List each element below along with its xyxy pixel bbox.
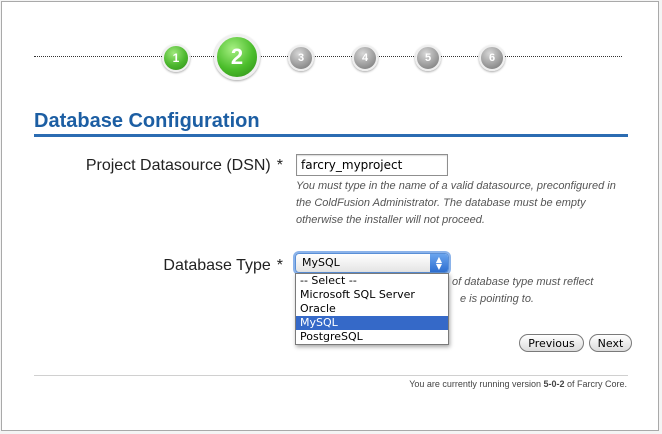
db-type-label: Database Type: [163, 257, 271, 274]
step-1-label: 1: [172, 51, 180, 65]
step-2-label: 2: [230, 44, 244, 69]
step-4-indicator: 4: [352, 45, 378, 71]
version-footer: You are currently running version 5-0-2 …: [409, 379, 627, 389]
db-type-select[interactable]: MySQL ▲ ▼: [295, 253, 449, 273]
dsn-required-mark: *: [276, 157, 283, 174]
step-3-indicator: 3: [288, 45, 314, 71]
installer-window: 1 2 3 4 5 6 Database Configuration Proje…: [1, 1, 659, 431]
dsn-label: Project Datasource (DSN): [85, 157, 271, 174]
db-type-hint-line-2: e is pointing to.: [460, 293, 534, 305]
step-5-indicator: 5: [415, 45, 441, 71]
dropdown-option-postgresql[interactable]: PostgreSQL: [296, 330, 448, 344]
dsn-label-group: Project Datasource (DSN) *: [86, 157, 283, 175]
dropdown-option-mysql[interactable]: MySQL: [296, 316, 448, 330]
step-1-indicator: 1: [162, 44, 190, 72]
next-button[interactable]: Next: [589, 334, 632, 352]
step-6-indicator: 6: [479, 45, 505, 71]
dsn-input[interactable]: farcry_myproject: [296, 154, 448, 176]
footer-suffix: of Farcry Core.: [564, 379, 627, 389]
step-5-label: 5: [424, 52, 432, 64]
db-type-label-group: Database Type *: [163, 257, 283, 275]
step-2-indicator: 2: [214, 34, 260, 80]
step-4-label: 4: [361, 52, 369, 64]
step-6-label: 6: [488, 52, 496, 64]
steps-connector: [34, 56, 622, 57]
dropdown-option-mssql[interactable]: Microsoft SQL Server: [296, 288, 448, 302]
previous-button[interactable]: Previous: [519, 334, 584, 352]
step-3-label: 3: [297, 52, 305, 64]
dsn-hint: You must type in the name of a valid dat…: [296, 180, 616, 226]
footer-prefix: You are currently running version: [409, 379, 544, 389]
db-type-required-mark: *: [276, 257, 283, 274]
page-title: Database Configuration: [34, 110, 260, 132]
dropdown-option-select[interactable]: -- Select --: [296, 274, 448, 288]
db-type-selected-value: MySQL: [302, 256, 340, 269]
footer-divider: [34, 375, 628, 376]
db-type-dropdown: -- Select -- Microsoft SQL Server Oracle…: [295, 273, 449, 345]
db-type-hint-line-1: of database type must reflect: [452, 276, 594, 288]
heading-divider: [34, 134, 628, 137]
footer-version: 5-0-2: [543, 379, 565, 389]
dropdown-option-oracle[interactable]: Oracle: [296, 302, 448, 316]
select-arrows-icon: ▲ ▼: [430, 254, 448, 272]
